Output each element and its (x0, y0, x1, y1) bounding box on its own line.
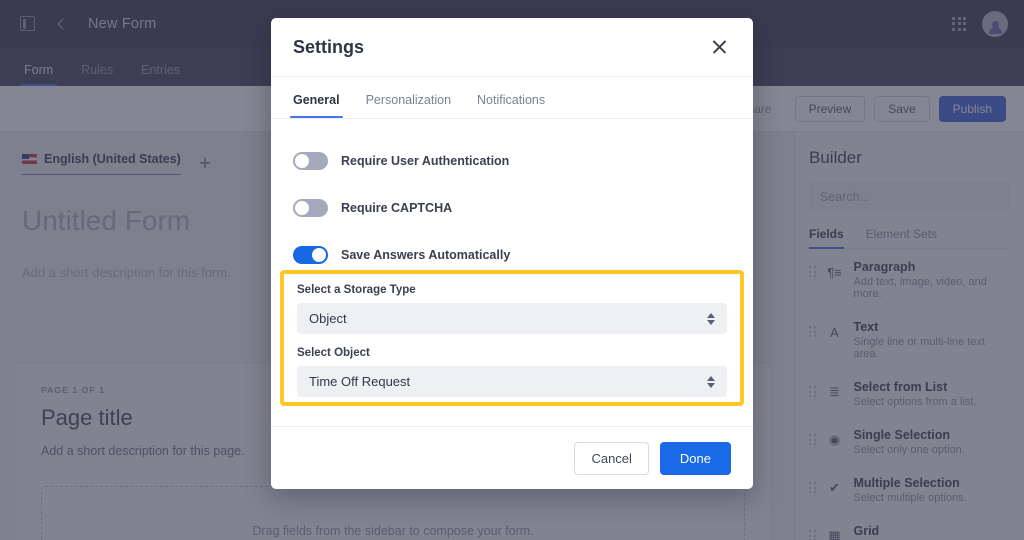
select-object-value: Time Off Request (309, 374, 411, 389)
modal-body: Require User Authentication Require CAPT… (271, 119, 753, 426)
storage-type-label: Select a Storage Type (297, 284, 416, 296)
toggle-label: Save Answers Automatically (341, 247, 511, 262)
toggle-require-user-authentication[interactable] (293, 151, 328, 170)
modal-tabs: General Personalization Notifications (271, 77, 753, 119)
toggle-label: Require CAPTCHA (341, 200, 453, 215)
storage-type-group: Select a Storage Type Object (297, 284, 727, 334)
close-icon[interactable] (709, 36, 731, 58)
modal-footer: Cancel Done (271, 426, 753, 489)
done-button[interactable]: Done (659, 441, 731, 475)
storage-type-value: Object (309, 311, 347, 326)
cancel-button[interactable]: Cancel (574, 441, 649, 475)
toggle-row-require-captcha[interactable]: Require CAPTCHA (293, 184, 731, 231)
modal-header: Settings (271, 18, 753, 77)
toggle-save-answers-automatically[interactable] (293, 245, 328, 264)
toggle-require-captcha[interactable] (293, 198, 328, 217)
chevron-updown-icon (707, 375, 715, 388)
toggle-row-require-user-authentication[interactable]: Require User Authentication (293, 137, 731, 184)
settings-modal: Settings General Personalization Notific… (271, 18, 753, 489)
select-object-select[interactable]: Time Off Request (297, 366, 727, 397)
select-object-label: Select Object (297, 347, 370, 359)
tab-general[interactable]: General (290, 77, 343, 118)
storage-type-select[interactable]: Object (297, 303, 727, 334)
app-root: New Form Form Rules Entries Share Previe… (0, 0, 1024, 540)
chevron-updown-icon (707, 312, 715, 325)
select-object-group: Select Object Time Off Request (297, 347, 727, 397)
tab-notifications[interactable]: Notifications (477, 77, 545, 118)
tab-personalization[interactable]: Personalization (366, 77, 451, 118)
toggle-label: Require User Authentication (341, 153, 510, 168)
storage-settings-highlight: Select a Storage Type Object Select Obje… (280, 270, 744, 406)
modal-title: Settings (293, 36, 365, 57)
